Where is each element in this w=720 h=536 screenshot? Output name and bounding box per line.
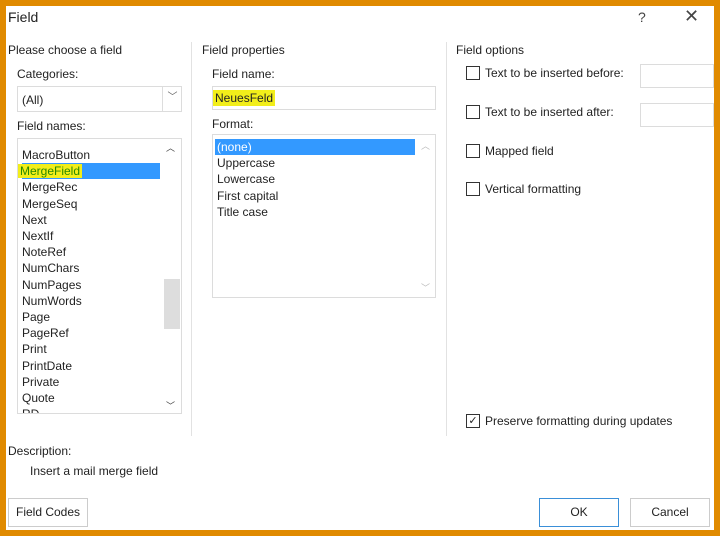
- field-name-text: NextIf: [22, 229, 54, 243]
- format-item[interactable]: Lowercase: [215, 171, 415, 187]
- field-name-text: NoteRef: [22, 245, 67, 260]
- help-button[interactable]: ?: [638, 9, 646, 25]
- field-name-value: NeuesFeld: [213, 90, 276, 106]
- option-checkbox[interactable]: [466, 66, 480, 80]
- field-name-text: Next: [22, 212, 47, 227]
- description-text: Insert a mail merge field: [30, 464, 159, 478]
- scrollbar-thumb[interactable]: [164, 279, 180, 329]
- field-name-text: Quote: [22, 391, 55, 405]
- close-button[interactable]: ✕: [684, 6, 699, 27]
- divider: [446, 42, 447, 436]
- preserve-formatting-label: Preserve formatting during updates: [485, 414, 673, 428]
- field-names-label: Field names:: [17, 119, 86, 133]
- option-checkbox[interactable]: [466, 105, 480, 119]
- option-checkbox[interactable]: [466, 182, 480, 196]
- format-item[interactable]: Title case: [215, 204, 415, 220]
- scroll-up-icon[interactable]: ︿: [421, 139, 430, 152]
- dialog-title: Field: [8, 9, 39, 25]
- field-name-item[interactable]: Print: [22, 341, 160, 357]
- field-name-item[interactable]: Next: [22, 212, 160, 228]
- scroll-down-icon[interactable]: ﹀: [421, 281, 430, 294]
- field-name-item[interactable]: PageRef: [22, 325, 160, 341]
- checkmark-icon: ✓: [468, 415, 478, 427]
- option-label: Text to be inserted before:: [485, 66, 624, 80]
- divider: [191, 42, 192, 436]
- text-after-input[interactable]: [640, 103, 714, 127]
- option-label: Mapped field: [485, 144, 554, 158]
- scrollbar[interactable]: ︿ ﹀: [164, 141, 180, 413]
- field-name-item[interactable]: PrintDate: [22, 358, 160, 374]
- field-name-item[interactable]: NoteRef: [22, 244, 160, 260]
- description-label: Description:: [8, 444, 72, 458]
- preserve-formatting-checkbox[interactable]: ✓: [466, 414, 480, 428]
- field-name-item[interactable]: MergeRec: [22, 179, 160, 195]
- field-codes-button[interactable]: Field Codes: [8, 498, 88, 527]
- ok-button[interactable]: OK: [539, 498, 619, 527]
- field-name-text: MergeRec: [22, 180, 78, 195]
- field-name-text: NumWords: [22, 293, 82, 308]
- categories-label: Categories:: [17, 67, 79, 81]
- option-label: Vertical formatting: [485, 182, 582, 196]
- field-name-text: Private: [22, 374, 60, 389]
- scroll-up-icon[interactable]: ︿: [166, 141, 175, 154]
- scroll-down-icon[interactable]: ﹀: [166, 399, 175, 412]
- option-checkbox[interactable]: [466, 144, 480, 158]
- format-label: Format:: [212, 117, 254, 131]
- field-name-item[interactable]: MacroButton: [22, 147, 160, 163]
- field-name-text: MergeSeq: [22, 196, 78, 211]
- field-name-label: Field name:: [212, 67, 275, 81]
- format-item[interactable]: (none): [215, 139, 415, 155]
- chevron-down-icon[interactable]: ﹀: [162, 87, 182, 111]
- format-item[interactable]: First capital: [215, 188, 415, 204]
- field-name-item[interactable]: Quote: [22, 390, 160, 406]
- categories-value: (All): [22, 93, 44, 107]
- field-name-text: NumPages: [22, 277, 82, 292]
- field-properties-heading: Field properties: [202, 43, 285, 57]
- field-names-list[interactable]: ︿ ﹀ MacroButton MergeField MergeRec MergeSe…: [17, 138, 182, 414]
- field-name-item[interactable]: Page: [22, 309, 160, 325]
- field-name-item[interactable]: MergeField: [18, 163, 160, 180]
- field-name-text: PageRef: [22, 326, 69, 341]
- field-name-text: Page: [22, 310, 51, 324]
- categories-select[interactable]: (All) ﹀: [17, 86, 182, 112]
- field-options-heading: Field options: [456, 43, 525, 57]
- field-name-item[interactable]: NumWords: [22, 293, 160, 309]
- field-name-text: MergeField: [18, 164, 83, 179]
- field-name-item[interactable]: RD: [22, 406, 160, 413]
- field-name-item[interactable]: NumPages: [22, 277, 160, 293]
- field-name-text: MacroButton: [22, 148, 91, 162]
- field-name-text: RD: [22, 407, 39, 413]
- format-list[interactable]: ︿ ﹀ (none) Uppercase Lowercase First capita…: [212, 134, 436, 298]
- text-before-input[interactable]: [640, 64, 714, 88]
- choose-field-heading: Please choose a field: [8, 43, 123, 57]
- field-name-item[interactable]: Private: [22, 374, 160, 390]
- option-label: Text to be inserted after:: [485, 105, 614, 119]
- field-name-input[interactable]: NeuesFeld: [212, 86, 436, 110]
- cancel-button[interactable]: Cancel: [630, 498, 710, 527]
- field-name-item[interactable]: NumChars: [22, 260, 160, 276]
- field-name-text: PrintDate: [22, 358, 73, 373]
- field-name-item[interactable]: MergeSeq: [22, 196, 160, 212]
- field-name-item[interactable]: NextIf: [22, 228, 160, 244]
- field-dialog: Field ? ✕ Please choose a field Categori…: [6, 6, 714, 530]
- field-name-text: NumChars: [22, 261, 80, 276]
- field-name-text: Print: [22, 342, 47, 357]
- format-item[interactable]: Uppercase: [215, 155, 415, 171]
